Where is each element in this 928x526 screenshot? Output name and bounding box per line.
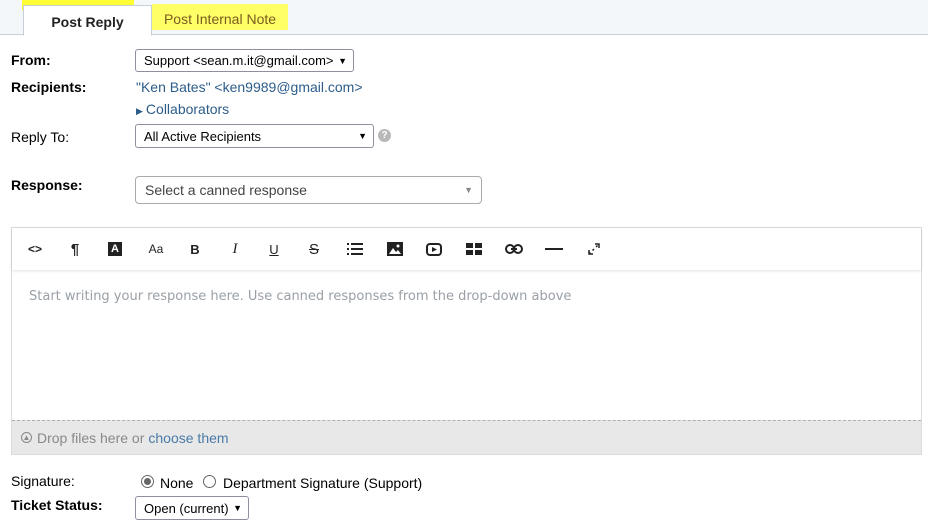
- drop-text: Drop files here or: [37, 429, 145, 446]
- strikethrough-icon[interactable]: S: [303, 239, 325, 259]
- bold-icon[interactable]: B: [184, 239, 206, 259]
- from-select-value: Support <sean.m.it@gmail.com>: [144, 53, 334, 68]
- reply-to-value: All Active Recipients: [144, 128, 262, 144]
- fullscreen-icon[interactable]: [583, 239, 605, 259]
- signature-none-radio[interactable]: [141, 475, 154, 488]
- editor-placeholder[interactable]: Start writing your response here. Use ca…: [29, 289, 571, 304]
- tab-post-reply[interactable]: Post Reply: [23, 5, 152, 36]
- font-size-icon[interactable]: Aa: [145, 239, 167, 259]
- video-icon[interactable]: [423, 239, 445, 259]
- editor-toolbar: <> ¶ A Aa B I U S: [12, 228, 921, 270]
- chevron-down-icon: ▼: [338, 55, 347, 66]
- response-label: Response:: [11, 177, 83, 193]
- reply-to-select[interactable]: All Active Recipients ▼: [135, 124, 374, 148]
- collaborators-label: Collaborators: [145, 101, 230, 117]
- horizontal-rule-icon[interactable]: [543, 239, 565, 259]
- code-view-icon[interactable]: <>: [24, 239, 46, 259]
- signature-label: Signature:: [11, 473, 75, 489]
- tab-post-internal-note[interactable]: Post Internal Note: [152, 5, 288, 33]
- paragraph-icon[interactable]: ¶: [64, 239, 86, 259]
- collaborators-toggle[interactable]: ▶ Collaborators: [136, 101, 229, 117]
- ticket-status-select[interactable]: Open (current) ▼: [135, 496, 249, 520]
- dropdown-arrow-icon: ▼: [464, 185, 473, 195]
- chevron-down-icon: ▼: [233, 503, 242, 513]
- table-icon[interactable]: [463, 239, 485, 259]
- choose-files-link[interactable]: choose them: [148, 430, 228, 446]
- caret-right-icon: ▶: [136, 106, 143, 116]
- signature-department-radio[interactable]: [203, 475, 216, 488]
- file-dropzone[interactable]: ▲ Drop files here or choose them: [12, 420, 921, 454]
- italic-icon[interactable]: I: [224, 239, 246, 259]
- text-color-icon[interactable]: A: [104, 239, 126, 259]
- help-icon[interactable]: ?: [378, 129, 391, 142]
- recipients-label: Recipients:: [11, 79, 87, 95]
- from-label: From:: [11, 52, 51, 68]
- recipient-link[interactable]: "Ken Bates" <ken9989@gmail.com>: [136, 79, 363, 95]
- canned-response-select[interactable]: Select a canned response ▼: [135, 176, 482, 204]
- upload-icon: ▲: [21, 432, 32, 443]
- ticket-status-value: Open (current): [144, 500, 229, 516]
- ticket-status-label: Ticket Status:: [11, 497, 103, 513]
- list-icon[interactable]: [344, 239, 366, 259]
- from-select[interactable]: Support <sean.m.it@gmail.com> ▼: [135, 49, 354, 72]
- chevron-down-icon: ▼: [358, 131, 367, 141]
- signature-none-label: None: [160, 475, 194, 491]
- signature-department-label: Department Signature (Support): [223, 475, 423, 491]
- image-icon[interactable]: [384, 239, 406, 259]
- underline-icon[interactable]: U: [263, 239, 285, 259]
- reply-to-label: Reply To:: [11, 129, 70, 145]
- rich-text-editor[interactable]: <> ¶ A Aa B I U S Start writing your res…: [11, 227, 922, 455]
- canned-response-placeholder: Select a canned response: [145, 182, 307, 198]
- link-icon[interactable]: [503, 239, 525, 259]
